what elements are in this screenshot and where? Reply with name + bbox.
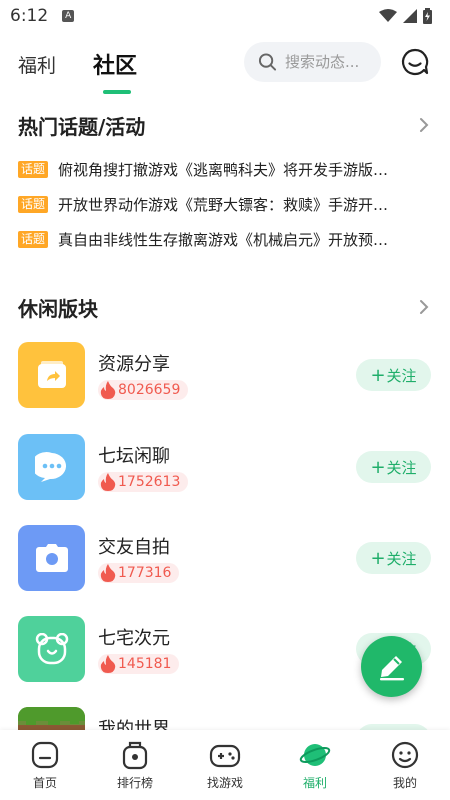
- nav-label: 找游戏: [206, 776, 243, 790]
- status-bar: 6:12 A: [0, 0, 450, 32]
- plus-icon: +: [370, 547, 386, 569]
- chevron-right-icon: [420, 118, 429, 132]
- tab-shequ[interactable]: 社区: [93, 48, 137, 80]
- heat-badge: 145181: [98, 654, 180, 674]
- nav-home[interactable]: 首页: [0, 730, 90, 800]
- topic-text: 真自由非线性生存撤离游戏《机械启元》开放预…: [58, 230, 389, 249]
- board-item[interactable]: 我的世界 +关注: [18, 707, 432, 730]
- notification-a-icon: A: [62, 10, 75, 22]
- topic-tag: 话题: [18, 160, 49, 178]
- topic-text: 开放世界动作游戏《荒野大镖客：救赎》手游开…: [58, 195, 389, 214]
- follow-label: 关注: [386, 549, 417, 568]
- minecraft-block-icon: [18, 707, 85, 730]
- board-name: 七坛闲聊: [98, 446, 170, 467]
- topic-text: 俯视角搜打撤游戏《逃离鸭科夫》将开发手游版…: [58, 160, 389, 179]
- leisure-boards-title: 休闲版块: [18, 296, 98, 321]
- topic-tag: 话题: [18, 230, 49, 248]
- board-name: 我的世界: [98, 719, 170, 730]
- heat-badge: 1752613: [98, 472, 189, 492]
- nav-ranking[interactable]: 排行榜: [90, 730, 180, 800]
- status-time: 6:12: [10, 6, 49, 26]
- topic-item[interactable]: 话题 俯视角搜打撤游戏《逃离鸭科夫》将开发手游版…: [18, 157, 428, 181]
- wifi-icon: [379, 9, 397, 22]
- signal-icon: [403, 9, 417, 23]
- board-name: 七宅次元: [98, 628, 170, 649]
- fire-icon: [100, 381, 116, 399]
- fire-icon: [100, 564, 116, 582]
- share-folder-icon: [18, 342, 85, 408]
- home-icon: [31, 741, 59, 769]
- follow-button[interactable]: +关注: [356, 359, 431, 391]
- search-icon: [258, 53, 277, 71]
- heat-badge: 177316: [98, 563, 180, 583]
- heat-badge: 8026659: [98, 380, 189, 400]
- nav-label: 我的: [392, 776, 417, 790]
- pencil-icon: [379, 655, 404, 680]
- chat-bubble-icon: [18, 434, 85, 500]
- search-bar[interactable]: [244, 42, 381, 82]
- hot-topics-title: 热门话题/活动: [18, 114, 146, 139]
- board-item[interactable]: 交友自拍 177316 + 关注: [18, 525, 432, 593]
- topic-tag: 话题: [18, 195, 49, 213]
- bear-face-icon: [18, 616, 85, 682]
- compose-post-button[interactable]: [361, 636, 422, 697]
- nav-label: 首页: [32, 776, 57, 790]
- board-name: 资源分享: [98, 354, 170, 375]
- fire-icon: [100, 655, 116, 673]
- fire-icon: [100, 473, 116, 491]
- hot-topics-header[interactable]: 热门话题/活动: [0, 110, 450, 140]
- nav-fuli[interactable]: 福利: [270, 730, 360, 800]
- board-item[interactable]: 资源分享 8026659 + 关注: [18, 342, 432, 410]
- follow-button[interactable]: +关注: [356, 542, 431, 574]
- tab-fuli[interactable]: 福利: [18, 51, 56, 78]
- message-bubble-icon[interactable]: [400, 47, 430, 77]
- plus-icon: +: [370, 456, 386, 478]
- battery-icon: [423, 8, 432, 24]
- top-bar: 福利 社区: [0, 38, 450, 96]
- nav-label: 排行榜: [116, 776, 153, 790]
- plus-icon: +: [370, 364, 386, 386]
- board-name: 交友自拍: [98, 537, 170, 558]
- follow-button[interactable]: +关注: [356, 451, 431, 483]
- search-input[interactable]: [285, 53, 381, 71]
- gamepad-icon: [209, 744, 241, 768]
- board-item[interactable]: 七坛闲聊 1752613 + 关注: [18, 434, 432, 502]
- bottom-nav: 首页 排行榜 找游戏 福利 我的: [0, 730, 450, 800]
- ranking-icon: [122, 741, 148, 770]
- tab-active-indicator: [103, 90, 131, 94]
- heat-count: 177316: [118, 565, 172, 581]
- topic-item[interactable]: 话题 真自由非线性生存撤离游戏《机械启元》开放预…: [18, 227, 428, 251]
- heat-count: 8026659: [118, 382, 181, 398]
- follow-label: 关注: [386, 366, 417, 385]
- leisure-boards-header[interactable]: 休闲版块: [0, 292, 450, 322]
- nav-mine[interactable]: 我的: [360, 730, 450, 800]
- profile-face-icon: [391, 741, 419, 769]
- nav-find-games[interactable]: 找游戏: [180, 730, 270, 800]
- planet-icon: [299, 744, 331, 766]
- camera-icon: [18, 525, 85, 591]
- nav-label: 福利: [302, 776, 327, 790]
- chevron-right-icon: [420, 300, 429, 314]
- heat-count: 145181: [118, 656, 172, 672]
- heat-count: 1752613: [118, 474, 181, 490]
- topic-item[interactable]: 话题 开放世界动作游戏《荒野大镖客：救赎》手游开…: [18, 192, 428, 216]
- follow-label: 关注: [386, 458, 417, 477]
